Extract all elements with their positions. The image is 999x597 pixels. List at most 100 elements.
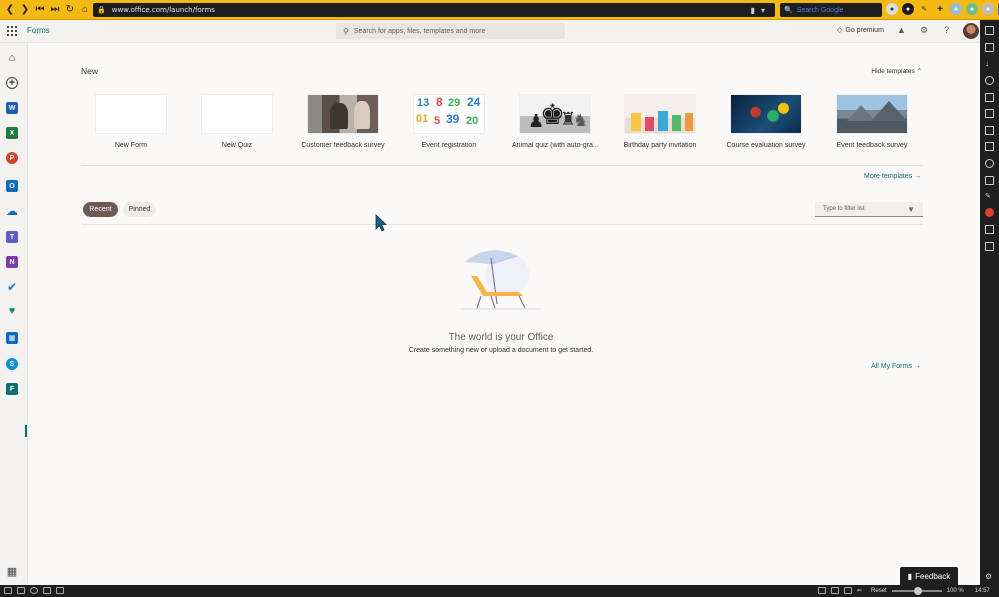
panel-icon[interactable]	[985, 43, 994, 52]
filter-icon[interactable]: ▼	[907, 205, 915, 214]
gear-icon[interactable]: ⚙	[920, 25, 928, 36]
family-safety-icon[interactable]: ♥	[6, 305, 18, 317]
translate-icon[interactable]: ✎	[985, 192, 994, 201]
hide-templates-link[interactable]: Hide templates ⌃	[871, 67, 922, 75]
help-icon[interactable]: ?	[944, 25, 949, 35]
lock-icon: 🔒	[97, 6, 106, 14]
search-input[interactable]: ⚲ Search for apps, files, templates and …	[336, 23, 565, 39]
feedback-label: Feedback	[915, 571, 951, 581]
all-my-forms-link[interactable]: All My Forms →	[871, 363, 921, 370]
home-icon[interactable]: ⌂	[6, 52, 18, 64]
gear-icon[interactable]: ⚙	[985, 572, 994, 581]
extension-blue-icon[interactable]: ●	[950, 3, 962, 15]
camera-icon[interactable]	[818, 587, 826, 594]
onedrive-icon[interactable]: ☁	[6, 204, 18, 218]
puzzle-icon[interactable]: ✚	[934, 3, 946, 15]
template-thumbnail: 13 8 29 24 01 5 39 20	[413, 94, 485, 134]
url-text: www.office.com/launch/forms	[111, 6, 215, 14]
zoom-slider[interactable]	[891, 586, 942, 595]
create-icon[interactable]: +	[6, 77, 18, 89]
calendar-icon[interactable]	[985, 176, 994, 185]
todo-icon[interactable]: ✔	[6, 280, 18, 294]
template-customer-feedback-survey[interactable]: Customer feedback survey	[300, 94, 386, 149]
page-actions-icon[interactable]: ⇐	[857, 587, 862, 594]
window-icon[interactable]	[985, 109, 994, 118]
bookmarks-icon[interactable]	[985, 26, 994, 35]
calendar-icon[interactable]: ▦	[6, 332, 18, 344]
search-icon: ⚲	[343, 26, 349, 36]
panel-toggle-icon[interactable]	[4, 587, 12, 594]
sync-icon[interactable]	[30, 587, 38, 594]
template-birthday-party-invitation[interactable]: Birthday party invitation	[617, 94, 703, 149]
template-new-quiz[interactable]: New Quiz	[194, 94, 280, 149]
mail-icon[interactable]	[985, 126, 994, 135]
bookmark-icon[interactable]: ▮▾	[751, 6, 771, 15]
browser-search-placeholder: Search Google	[796, 6, 844, 14]
download-icon[interactable]: ↓	[985, 59, 994, 68]
clock-time: 14:57	[974, 587, 990, 594]
teams-icon[interactable]: T	[6, 231, 18, 243]
back-icon[interactable]: ❮	[3, 3, 17, 17]
onenote-icon[interactable]: N	[6, 256, 18, 268]
template-new-form[interactable]: New Form	[88, 94, 174, 149]
image-icon[interactable]	[844, 587, 852, 594]
extension-green-icon[interactable]: ●	[966, 3, 978, 15]
template-thumbnail	[307, 94, 379, 134]
calendar-icon[interactable]	[56, 587, 64, 594]
feed-icon[interactable]	[985, 159, 994, 168]
pen-icon[interactable]: ✎	[918, 3, 930, 15]
history-icon[interactable]	[985, 76, 994, 85]
tiling-icon[interactable]	[831, 587, 839, 594]
outlook-icon[interactable]: O	[6, 180, 18, 192]
app-name[interactable]: Forms	[27, 26, 50, 35]
template-label: Event registration	[421, 142, 477, 149]
window-icon[interactable]	[43, 587, 51, 594]
word-icon[interactable]: W	[6, 102, 18, 114]
feedback-button[interactable]: ▮ Feedback	[900, 567, 958, 585]
add-panel-icon[interactable]	[985, 242, 994, 251]
zoom-knob[interactable]	[913, 586, 922, 595]
forms-icon[interactable]: F	[6, 383, 18, 395]
address-bar[interactable]: 🔒 www.office.com/launch/forms ▮▾	[93, 3, 775, 17]
browser-toolbar: ❮ ❯ ⏮ ⏭ ↻ ⌂ 🔒 www.office.com/launch/form…	[0, 0, 999, 20]
template-label: New Quiz	[221, 142, 253, 149]
reload-icon[interactable]: ↻	[63, 3, 77, 17]
template-event-registration[interactable]: 13 8 29 24 01 5 39 20 Event registration	[406, 94, 492, 149]
reader-icon[interactable]	[985, 225, 994, 234]
fast-forward-icon[interactable]: ⏭	[48, 3, 62, 17]
extension-icon[interactable]: ●	[902, 3, 914, 15]
tabs-icon[interactable]	[17, 587, 25, 594]
tab-recent[interactable]: Recent	[83, 202, 118, 217]
template-animal-quiz[interactable]: ♟ ♚ ♜ ♞ Animal quiz (with auto-gra...	[512, 94, 598, 149]
vivaldi-icon[interactable]	[985, 208, 994, 217]
avatar[interactable]	[963, 23, 979, 39]
home-icon[interactable]: ⌂	[78, 3, 92, 17]
zoom-level: 100 %	[946, 587, 964, 594]
profile-icon[interactable]: ●	[886, 3, 898, 15]
extension-gray-icon[interactable]: ●	[982, 3, 994, 15]
skype-icon[interactable]: S	[6, 358, 18, 370]
go-premium-button[interactable]: ◇ Go premium	[837, 26, 884, 35]
all-apps-icon[interactable]: ▦	[6, 565, 18, 578]
zoom-reset-button[interactable]: Reset	[871, 588, 887, 594]
filter-input[interactable]: Type to filter list ▼	[815, 202, 923, 217]
app-launcher-icon[interactable]	[7, 26, 17, 36]
beach-chair-illustration	[461, 250, 541, 310]
tab-pinned[interactable]: Pinned	[123, 202, 156, 217]
powerpoint-icon[interactable]: P	[6, 152, 18, 164]
template-thumbnail	[201, 94, 273, 134]
forward-icon[interactable]: ❯	[18, 3, 32, 17]
notifications-icon[interactable]: ▲	[897, 25, 906, 35]
browser-search-input[interactable]: 🔍 Search Google	[780, 3, 882, 17]
office-header: Forms ⚲ Search for apps, files, template…	[0, 20, 980, 43]
more-templates-link[interactable]: More templates →	[864, 173, 921, 180]
notes-icon[interactable]	[985, 93, 994, 102]
go-premium-label: Go premium	[845, 26, 884, 34]
template-event-feedback-survey[interactable]: Event feedback survey	[829, 94, 915, 149]
template-thumbnail	[836, 94, 908, 134]
contacts-icon[interactable]	[985, 142, 994, 151]
template-course-evaluation-survey[interactable]: Course evaluation survey	[723, 94, 809, 149]
rewind-icon[interactable]: ⏮	[33, 3, 47, 17]
template-thumbnail	[95, 94, 167, 134]
excel-icon[interactable]: X	[6, 127, 18, 139]
